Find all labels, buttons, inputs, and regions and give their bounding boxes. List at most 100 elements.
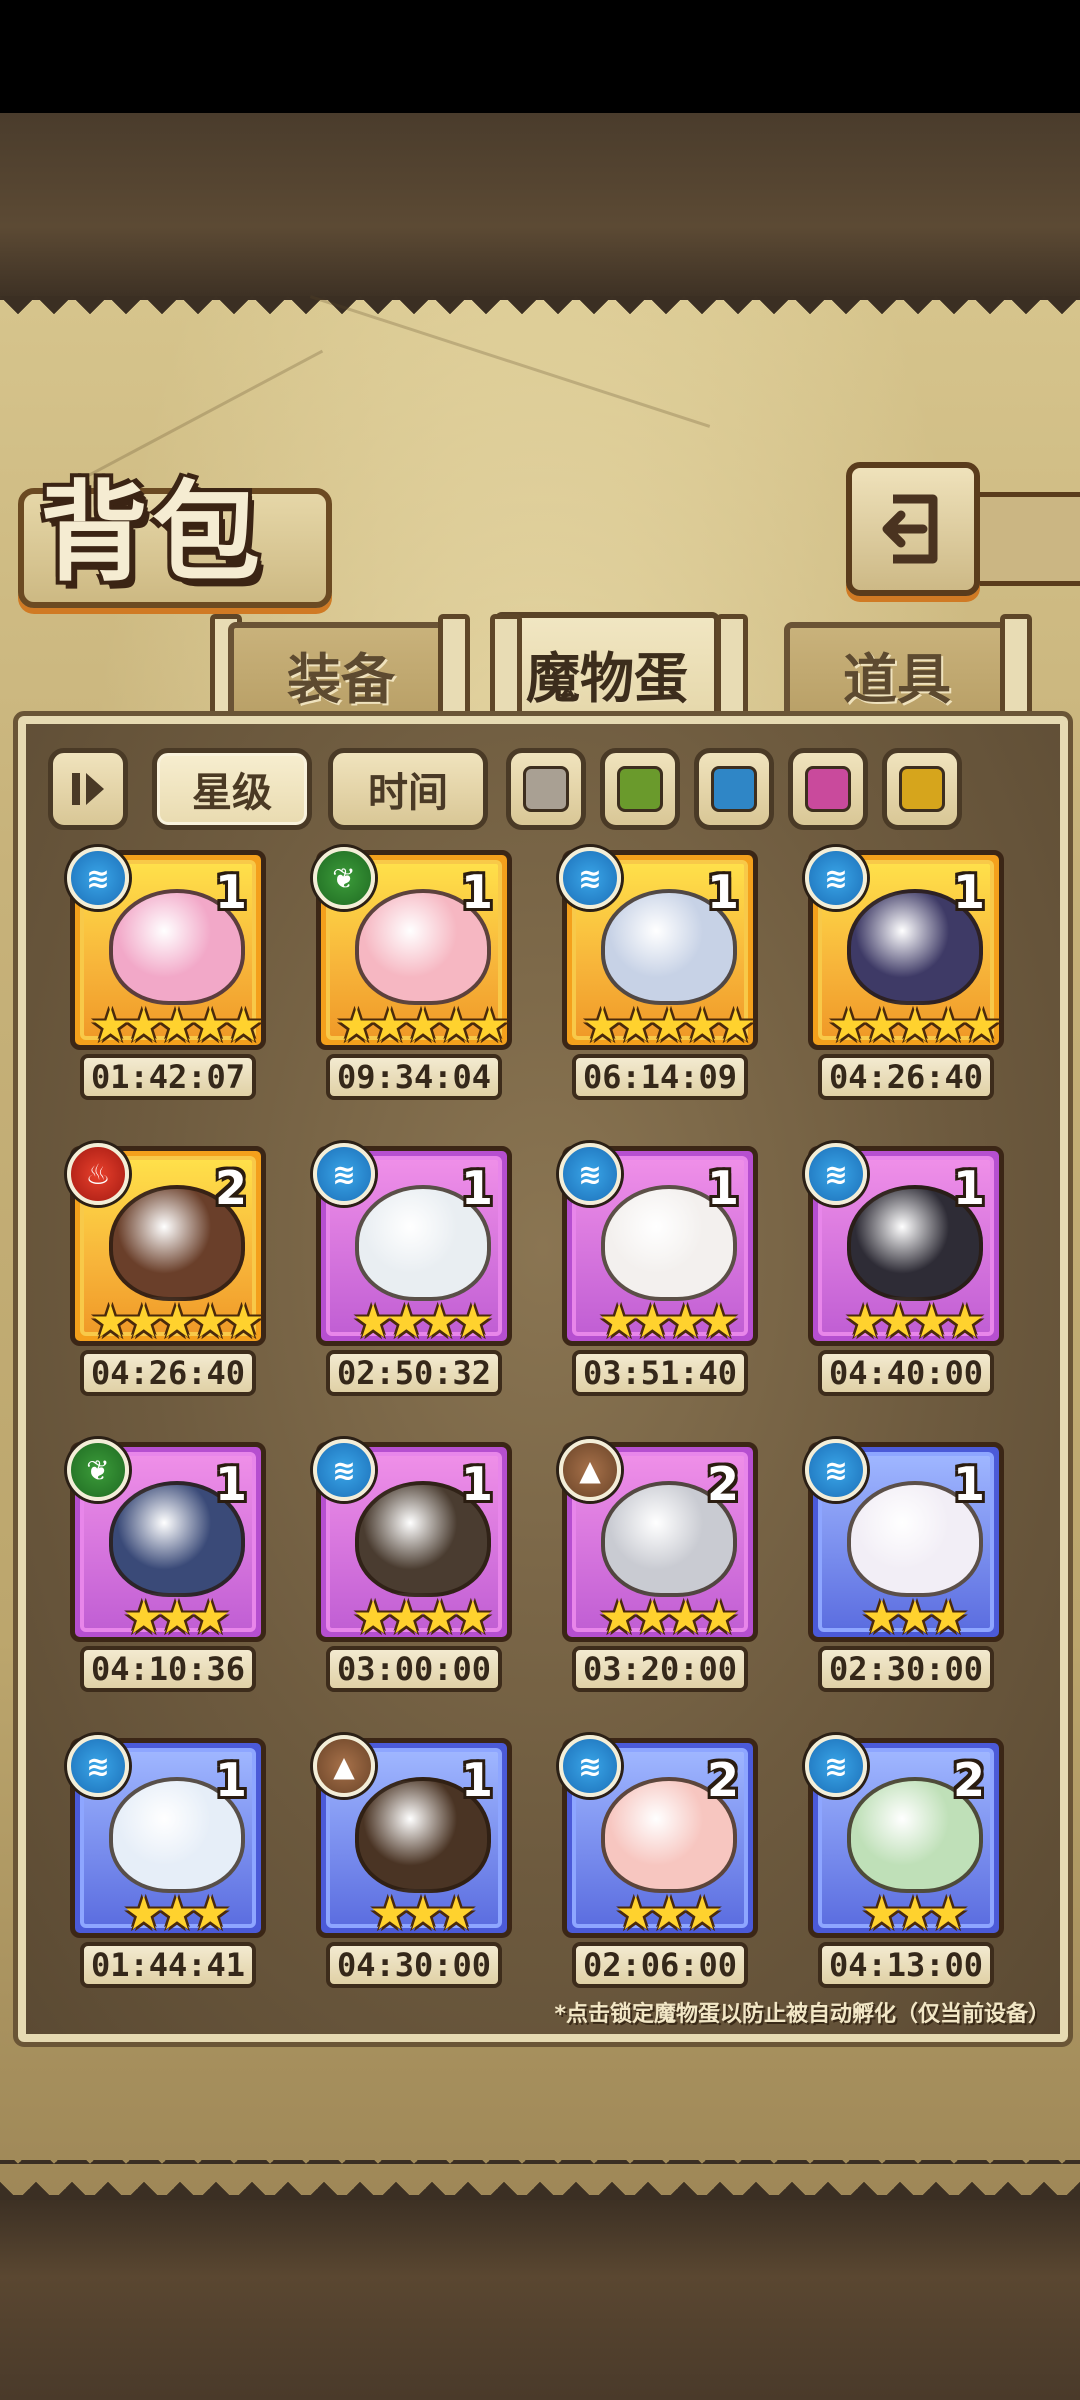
water-element-icon: ≋ (67, 847, 129, 909)
water-element-icon: ≋ (805, 1143, 867, 1205)
star-rating: ★★★★★ (827, 998, 1002, 1052)
blue-swatch (711, 766, 757, 812)
egg-card-frame: ≋ 2 ★★★ (805, 1735, 1004, 1939)
grass-element-icon: ❦ (313, 847, 375, 909)
star-rating: ★★★★★ (581, 998, 756, 1052)
tab-items[interactable]: 道具 (784, 622, 1010, 720)
egg-card[interactable]: ≋ 1 ★★★★ 02:50:32 (313, 1143, 512, 1406)
green-swatch (617, 766, 663, 812)
egg-card[interactable]: ❦ 1 ★★★ 04:10:36 (67, 1439, 266, 1702)
back-button-rail (964, 492, 1080, 586)
star-rating: ★★★ (615, 1886, 723, 1940)
hatch-timer: 06:14:09 (572, 1054, 748, 1100)
tab-label: 装备 (287, 646, 395, 711)
tab-label: 道具 (843, 646, 951, 711)
egg-card[interactable]: ≋ 1 ★★★★ 03:00:00 (313, 1439, 512, 1702)
tab-divider-post (716, 614, 748, 724)
star-rating: ★★★ (369, 1886, 477, 1940)
egg-count: 1 (460, 865, 493, 919)
egg-card-frame: ♨ 2 ★★★★★ (67, 1143, 266, 1347)
egg-count: 1 (214, 1753, 247, 1807)
egg-card-frame: ≋ 1 ★★★★★ (559, 847, 758, 1051)
water-element-icon: ≋ (805, 1439, 867, 1501)
sort-toggle-icon (72, 773, 104, 805)
star-rating: ★★★★ (352, 1590, 494, 1644)
hatch-timer: 03:00:00 (326, 1646, 502, 1692)
egg-count: 1 (952, 1161, 985, 1215)
hatch-timer: 02:50:32 (326, 1350, 502, 1396)
tab-monster-eggs[interactable]: 魔物蛋 (494, 612, 720, 728)
status-bar-area (0, 0, 1080, 113)
egg-card-frame: ≋ 1 ★★★★ (805, 1143, 1004, 1347)
back-button[interactable] (846, 462, 980, 596)
hatch-timer: 04:10:36 (80, 1646, 256, 1692)
egg-card-frame: ❦ 1 ★★★ (67, 1439, 266, 1643)
egg-count: 1 (460, 1457, 493, 1511)
filter-blue-button[interactable] (694, 748, 774, 830)
water-element-icon: ≋ (559, 1735, 621, 1797)
water-element-icon: ≋ (313, 1143, 375, 1205)
filter-yellow-button[interactable] (882, 748, 962, 830)
egg-card[interactable]: ♨ 2 ★★★★★ 04:26:40 (67, 1143, 266, 1406)
sort-by-star-button[interactable]: 星级 (152, 748, 312, 830)
egg-card-frame: ≋ 1 ★★★★ (559, 1143, 758, 1347)
egg-card-frame: ≋ 2 ★★★ (559, 1735, 758, 1939)
gray-swatch (523, 766, 569, 812)
egg-card[interactable]: ▲ 1 ★★★ 04:30:00 (313, 1735, 512, 1998)
tab-divider-post (1000, 614, 1032, 724)
egg-card[interactable]: ≋ 1 ★★★★★ 01:42:07 (67, 847, 266, 1110)
egg-count: 2 (952, 1753, 985, 1807)
filter-pink-button[interactable] (788, 748, 868, 830)
star-rating: ★★★★ (844, 1294, 986, 1348)
hatch-timer: 04:26:40 (818, 1054, 994, 1100)
egg-card-frame: ≋ 1 ★★★ (805, 1439, 1004, 1643)
water-element-icon: ≋ (313, 1439, 375, 1501)
egg-card-frame: ▲ 2 ★★★★ (559, 1439, 758, 1643)
hatch-timer: 03:20:00 (572, 1646, 748, 1692)
earth-element-icon: ▲ (559, 1439, 621, 1501)
egg-count: 1 (460, 1753, 493, 1807)
water-element-icon: ≋ (559, 1143, 621, 1205)
page-title: 背包 (40, 470, 265, 596)
filter-green-button[interactable] (600, 748, 680, 830)
egg-card[interactable]: ≋ 1 ★★★ 01:44:41 (67, 1735, 266, 1998)
water-element-icon: ≋ (559, 847, 621, 909)
egg-card[interactable]: ≋ 1 ★★★★ 03:51:40 (559, 1143, 758, 1406)
egg-card-frame: ▲ 1 ★★★ (313, 1735, 512, 1939)
footnote-text: *点击锁定魔物蛋以防止被自动孵化（仅当前设备） (554, 2002, 1050, 2027)
sort-order-toggle[interactable] (48, 748, 128, 830)
earth-element-icon: ▲ (313, 1735, 375, 1797)
sort-by-time-button[interactable]: 时间 (328, 748, 488, 830)
sort-time-label: 时间 (368, 770, 448, 816)
egg-card[interactable]: ❦ 1 ★★★★★ 09:34:04 (313, 847, 512, 1110)
back-arrow-icon (882, 494, 938, 564)
egg-card-frame: ≋ 1 ★★★★★ (67, 847, 266, 1051)
egg-card[interactable]: ▲ 2 ★★★★ 03:20:00 (559, 1439, 758, 1702)
star-rating: ★★★ (861, 1886, 969, 1940)
star-rating: ★★★★ (598, 1590, 740, 1644)
egg-count: 1 (952, 1457, 985, 1511)
egg-card-frame: ≋ 1 ★★★★ (313, 1439, 512, 1643)
tab-equipment[interactable]: 装备 (228, 622, 454, 720)
hatch-timer: 01:44:41 (80, 1942, 256, 1988)
egg-count: 2 (706, 1753, 739, 1807)
egg-card[interactable]: ≋ 2 ★★★ 04:13:00 (805, 1735, 1004, 1998)
egg-card[interactable]: ≋ 1 ★★★★★ 06:14:09 (559, 847, 758, 1110)
water-element-icon: ≋ (805, 1735, 867, 1797)
star-rating: ★★★★ (352, 1294, 494, 1348)
fire-element-icon: ♨ (67, 1143, 129, 1205)
zigzag-border-bottom (0, 2160, 1080, 2200)
star-rating: ★★★★★ (89, 1294, 264, 1348)
tab-divider-post (438, 614, 470, 724)
egg-card[interactable]: ≋ 2 ★★★ 02:06:00 (559, 1735, 758, 1998)
sort-star-label: 星级 (192, 770, 272, 816)
egg-count: 1 (214, 1457, 247, 1511)
egg-card[interactable]: ≋ 1 ★★★ 02:30:00 (805, 1439, 1004, 1702)
egg-card-frame: ≋ 1 ★★★★ (313, 1143, 512, 1347)
filter-gray-button[interactable] (506, 748, 586, 830)
egg-card[interactable]: ≋ 1 ★★★★★ 04:26:40 (805, 847, 1004, 1110)
star-rating: ★★★★★ (335, 998, 510, 1052)
egg-card[interactable]: ≋ 1 ★★★★ 04:40:00 (805, 1143, 1004, 1406)
tab-divider-post (490, 614, 522, 724)
water-element-icon: ≋ (805, 847, 867, 909)
